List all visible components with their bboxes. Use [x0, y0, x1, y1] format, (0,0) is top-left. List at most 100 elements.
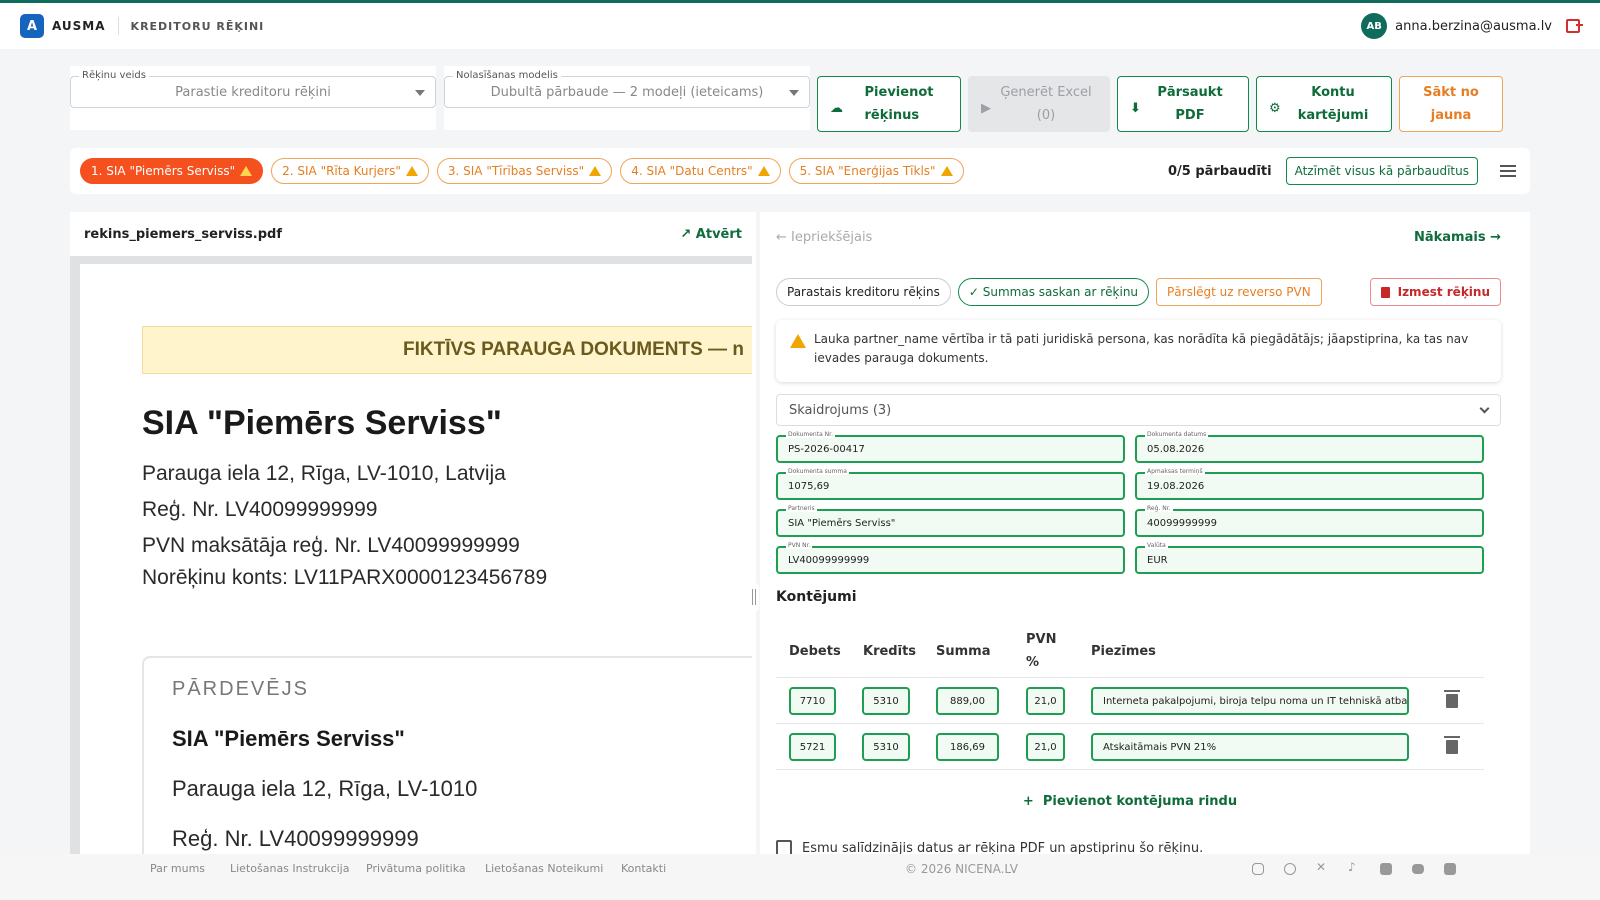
due-date-field[interactable]: Apmaksas termiņš 19.08.2026	[1135, 468, 1484, 500]
document-amount-field[interactable]: Dokumenta summa 1075,69	[776, 468, 1125, 500]
chevron-down-icon	[415, 90, 425, 96]
amount-input[interactable]: 889,00	[936, 687, 999, 715]
logo-icon[interactable]: A	[20, 14, 44, 38]
trash-icon[interactable]	[1444, 690, 1460, 708]
column-vat-percent: %	[1026, 655, 1040, 670]
amount-input[interactable]: 186,69	[936, 733, 999, 761]
pdf-viewer[interactable]: FIKTĪVS PARAUGA DOKUMENTS — n SIA "Piemē…	[70, 256, 752, 854]
explanation-accordion[interactable]: Skaidrojums (3)	[776, 394, 1501, 426]
pdf-seller-address: Parauga iela 12, Rīga, LV-1010	[172, 776, 478, 801]
field-value: 05.08.2026	[1147, 443, 1205, 455]
pdf-panel: rekins_piemers_serviss.pdf ↗ Atvērt FIKT…	[70, 212, 756, 854]
warning-alert: Lauka partner_name vērtība ir tā pati ju…	[776, 320, 1501, 382]
pdf-banner: FIKTĪVS PARAUGA DOKUMENTS — n	[142, 326, 752, 374]
plus-icon: +	[1022, 794, 1043, 809]
chevron-down-icon	[789, 90, 799, 96]
table-row: 5721 5310 186,69 21,0 Atskaitāmais PVN 2…	[776, 724, 1484, 770]
tune-icon[interactable]	[1500, 164, 1516, 178]
warning-icon	[790, 334, 806, 348]
youtube-icon[interactable]	[1412, 864, 1424, 874]
notes-input[interactable]: Interneta pakalpojumi, biroja telpu noma…	[1091, 687, 1409, 715]
add-invoices-label-2: rēķinus	[864, 108, 920, 123]
field-label: Reģ. Nr.	[1145, 505, 1173, 512]
column-amount: Summa	[936, 644, 991, 659]
facebook-icon[interactable]	[1380, 863, 1392, 875]
add-posting-row-button[interactable]: + Pievienot kontējuma rindu	[776, 794, 1484, 809]
model-select[interactable]: Nolasīšanas modelis Dubultā pārbaude — 2…	[444, 66, 810, 130]
sums-match-chip[interactable]: ✓ Summas saskan ar rēķinu	[957, 278, 1150, 306]
mark-all-reviewed-button[interactable]: Atzīmēt visus kā pārbaudītus	[1285, 157, 1478, 185]
footer-link-terms[interactable]: Lietošanas Noteikumi	[485, 862, 603, 875]
partner-field[interactable]: Partneris SIA "Piemērs Serviss"	[776, 505, 1125, 537]
cloud-upload-icon: ☁	[830, 101, 843, 116]
pdf-address-line: Parauga iela 12, Rīga, LV-1010, Latvija	[142, 462, 506, 485]
column-credit: Kredīts	[863, 644, 917, 659]
arrow-right-icon: →	[1485, 230, 1501, 245]
add-invoices-label-1: Pievienot	[864, 85, 934, 100]
tab-invoice-5[interactable]: 5. SIA "Enerģijas Tīkls"	[788, 158, 964, 184]
tab-invoice-4[interactable]: 4. SIA "Datu Centrs"	[620, 158, 781, 184]
logout-icon[interactable]	[1566, 19, 1583, 33]
footer-link-instructions[interactable]: Lietošanas Instrukcija	[230, 862, 349, 875]
open-pdf-link[interactable]: ↗ Atvērt	[680, 227, 742, 242]
invoice-type-chip[interactable]: Parastais kreditoru rēķins	[776, 278, 951, 306]
previous-invoice-button[interactable]: ← Iepriekšējais	[776, 230, 872, 245]
account-rules-button[interactable]: ⚙ Kontu kartējumi	[1256, 76, 1392, 132]
invoice-status-chips: Parastais kreditoru rēķins ✓ Summas sask…	[776, 278, 1501, 306]
reload-pdf-button[interactable]: ⬇ Pārsaukt PDF	[1117, 76, 1249, 132]
account-rules-label-1: Kontu	[1311, 85, 1355, 100]
external-link-icon: ↗	[680, 226, 696, 242]
invoice-tabs-bar: 1. SIA "Piemērs Serviss" 2. SIA "Rīta Ku…	[70, 148, 1530, 194]
debit-input[interactable]: 7710	[789, 687, 836, 715]
trash-icon	[1380, 286, 1390, 298]
add-invoices-button[interactable]: ☁ Pievienot rēķinus	[817, 76, 961, 132]
field-label: Dokumenta Nr.	[786, 431, 835, 438]
document-date-field[interactable]: Dokumenta datums 05.08.2026	[1135, 431, 1484, 463]
currency-field[interactable]: Valūta EUR	[1135, 542, 1484, 574]
delete-invoice-button[interactable]: Izmest rēķinu	[1369, 278, 1501, 306]
warning-icon	[589, 166, 602, 176]
pdf-header: rekins_piemers_serviss.pdf ↗ Atvērt	[70, 212, 756, 256]
pdf-seller-box: PĀRDEVĒJS SIA "Piemērs Serviss" Parauga …	[142, 656, 752, 854]
tab-invoice-3[interactable]: 3. SIA "Tīrības Serviss"	[436, 158, 613, 184]
gear-icon: ⚙	[1269, 101, 1281, 116]
tiktok-icon[interactable]: ♪	[1348, 860, 1360, 875]
panel-resize-handle[interactable]	[749, 583, 759, 611]
vat-input[interactable]: 21,0	[1026, 687, 1065, 715]
field-value: EUR	[1147, 554, 1168, 566]
tab-invoice-2[interactable]: 2. SIA "Rīta Kurjers"	[271, 158, 429, 184]
avatar[interactable]: AB	[1361, 13, 1388, 39]
field-label: Apmaksas termiņš	[1145, 468, 1205, 475]
confirm-checkbox[interactable]	[776, 840, 792, 854]
reg-number-field[interactable]: Reģ. Nr. 40099999999	[1135, 505, 1484, 537]
vat-number-field[interactable]: PVN Nr. LV40099999999	[776, 542, 1125, 574]
threads-icon[interactable]	[1284, 863, 1296, 875]
play-icon: ▶	[981, 101, 991, 116]
notes-input[interactable]: Atskaitāmais PVN 21%	[1091, 733, 1409, 761]
next-invoice-button[interactable]: Nākamais →	[1414, 230, 1501, 245]
vat-input[interactable]: 21,0	[1026, 733, 1065, 761]
debit-input[interactable]: 5721	[789, 733, 836, 761]
confirm-checkbox-row[interactable]: Esmu salīdzinājis datus ar rēķina PDF un…	[776, 840, 1203, 854]
instagram-icon[interactable]	[1252, 863, 1264, 875]
footer-link-privacy[interactable]: Privātuma politika	[366, 862, 466, 875]
reverse-vat-button[interactable]: Pārslēgt uz reverso PVN	[1156, 278, 1322, 306]
x-icon[interactable]: ✕	[1316, 860, 1328, 875]
linkedin-icon[interactable]	[1444, 863, 1456, 875]
restart-button[interactable]: Sākt no jauna	[1399, 76, 1503, 132]
export-excel-button[interactable]: ▶ Ģenerēt Excel (0)	[968, 76, 1110, 132]
tab-invoice-1[interactable]: 1. SIA "Piemērs Serviss"	[80, 158, 264, 184]
credit-input[interactable]: 5310	[862, 733, 910, 761]
postings-table-header: Debets Kredīts Summa PVN % Piezīmes	[776, 624, 1484, 678]
confirm-label: Esmu salīdzinājis datus ar rēķina PDF un…	[802, 840, 1204, 855]
trash-icon[interactable]	[1444, 736, 1460, 754]
invoice-type-select[interactable]: Rēķinu veids Parastie kreditoru rēķini	[70, 66, 436, 130]
column-vat: PVN	[1026, 632, 1057, 647]
footer-link-contacts[interactable]: Kontakti	[621, 862, 666, 875]
arrow-left-icon: ←	[776, 230, 792, 245]
document-number-field[interactable]: Dokumenta Nr. PS-2026-00417	[776, 431, 1125, 463]
field-label: Valūta	[1145, 542, 1168, 549]
footer-link-about[interactable]: Par mums	[150, 862, 205, 875]
warning-icon	[757, 166, 770, 176]
credit-input[interactable]: 5310	[862, 687, 910, 715]
